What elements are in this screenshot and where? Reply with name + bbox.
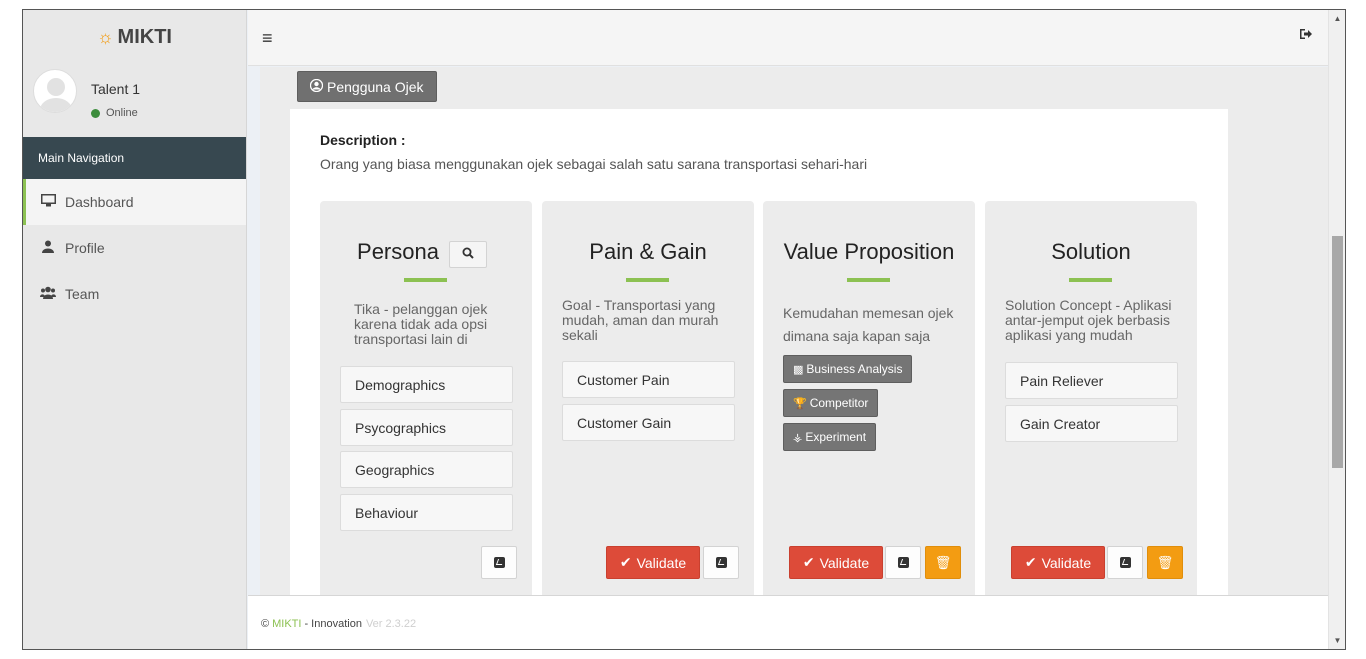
validate-button[interactable]: ✔ Validate <box>606 546 700 579</box>
sidebar-item-dashboard[interactable]: Dashboard <box>23 179 246 225</box>
customer-pain-button[interactable]: Customer Pain <box>562 361 735 398</box>
user-name: Talent 1 <box>91 81 141 97</box>
sidebar-item-label: Dashboard <box>65 194 134 210</box>
pain-gain-card: Pain & Gain Goal - Transportasi yang mud… <box>542 201 754 595</box>
value-prop-edit-button[interactable] <box>885 546 921 579</box>
pain-gain-edit-button[interactable] <box>703 546 739 579</box>
gain-creator-button[interactable]: Gain Creator <box>1005 405 1178 442</box>
top-bar: ≡ <box>248 10 1330 66</box>
demographics-button[interactable]: Demographics <box>340 366 513 403</box>
vertical-scrollbar[interactable]: ▲ ▼ <box>1328 10 1345 649</box>
main-content: Pengguna Ojek Description : Orang yang b… <box>260 67 1330 595</box>
card-title: Value Proposition <box>783 239 955 264</box>
logo[interactable]: ☼ MIKTI <box>23 10 246 65</box>
check-icon: ✔ <box>802 554 815 570</box>
nav-header: Main Navigation <box>23 137 246 179</box>
footer-version: Ver 2.3.22 <box>365 617 417 630</box>
value-prop-delete-button[interactable]: 🗑 <box>925 546 961 579</box>
flask-icon: ⚶ <box>793 431 803 444</box>
tag-label: Competitor <box>809 396 869 410</box>
sitemap-icon: ▩ <box>793 363 804 376</box>
user-icon <box>40 240 56 256</box>
sidebar-item-label: Team <box>65 286 100 302</box>
solution-card: Solution Solution Concept - Aplikasi ant… <box>985 201 1197 595</box>
check-icon: ✔ <box>1024 554 1037 570</box>
card-title-underline <box>1069 278 1112 282</box>
card-title: Persona <box>357 239 439 264</box>
sidebar-item-profile[interactable]: Profile <box>23 225 246 271</box>
card-text: Solution Concept - Aplikasi antar-jemput… <box>1005 297 1172 343</box>
edit-icon <box>1119 557 1131 568</box>
user-panel: Talent 1 Online <box>23 65 246 137</box>
solution-edit-button[interactable] <box>1107 546 1143 579</box>
psycographics-button[interactable]: Psycographics <box>340 409 513 446</box>
edit-icon <box>715 557 727 568</box>
scroll-up-arrow-icon[interactable]: ▲ <box>1329 10 1345 27</box>
validate-button[interactable]: ✔ Validate <box>1011 546 1105 579</box>
card-text: Kemudahan memesan ojek dimana saja kapan… <box>783 305 954 344</box>
search-icon <box>462 246 474 264</box>
pain-reliever-button[interactable]: Pain Reliever <box>1005 362 1178 399</box>
segment-header: Pengguna Ojek <box>290 67 1228 109</box>
card-title-underline <box>626 278 669 282</box>
footer-text: - Innovation <box>304 617 362 630</box>
segment-box: Pengguna Ojek Description : Orang yang b… <box>290 67 1228 595</box>
card-title-underline <box>404 278 447 282</box>
segment-button[interactable]: Pengguna Ojek <box>297 71 437 102</box>
edit-icon <box>493 557 505 568</box>
desktop-icon <box>40 194 56 210</box>
check-icon: ✔ <box>619 554 632 570</box>
tag-label: Business Analysis <box>806 362 903 376</box>
geographics-button[interactable]: Geographics <box>340 451 513 488</box>
logo-text: MIKTI <box>117 26 172 48</box>
competitor-button[interactable]: 🏆 Competitor <box>783 389 879 417</box>
user-status: Online <box>91 107 138 119</box>
description-text: Orang yang biasa menggunakan ojek sebaga… <box>320 156 868 172</box>
sidebar: ☼ MIKTI Talent 1 Online Main Navigation … <box>23 10 247 649</box>
online-dot-icon <box>91 108 100 118</box>
solution-delete-button[interactable]: 🗑 <box>1147 546 1183 579</box>
validate-button[interactable]: ✔ Validate <box>789 546 883 579</box>
user-status-label: Online <box>106 107 138 119</box>
validate-label: Validate <box>636 554 687 571</box>
card-title: Pain & Gain <box>589 239 707 264</box>
card-text: Tika - pelanggan ojek karena tidak ada o… <box>354 301 488 347</box>
users-icon <box>40 286 56 302</box>
footer-brand-link[interactable]: MIKTI <box>272 618 301 630</box>
validate-label: Validate <box>1041 554 1092 571</box>
lightbulb-icon: ☼ <box>97 27 114 47</box>
persona-search-button[interactable] <box>449 241 487 268</box>
persona-card: Persona Tika - pelanggan ojek karena tid… <box>320 201 532 595</box>
sidebar-item-label: Profile <box>65 240 105 256</box>
avatar <box>33 69 77 113</box>
behaviour-button[interactable]: Behaviour <box>340 494 513 531</box>
card-text: Goal - Transportasi yang mudah, aman dan… <box>562 297 719 343</box>
validate-label: Validate <box>819 554 870 571</box>
hamburger-icon[interactable]: ≡ <box>262 28 273 49</box>
trophy-icon: 🏆 <box>793 397 807 410</box>
business-analysis-button[interactable]: ▩ Business Analysis <box>783 355 913 383</box>
user-circle-icon <box>309 78 324 95</box>
description-label: Description : <box>320 132 406 148</box>
sidebar-item-team[interactable]: Team <box>23 271 246 317</box>
card-title-underline <box>847 278 890 282</box>
scroll-down-arrow-icon[interactable]: ▼ <box>1329 632 1345 649</box>
sign-out-icon[interactable] <box>1299 28 1312 43</box>
edit-icon <box>897 557 909 568</box>
trash-icon: 🗑 <box>934 554 952 570</box>
segment-label: Pengguna Ojek <box>327 78 424 95</box>
scrollbar-thumb[interactable] <box>1332 236 1343 468</box>
app-window: ☼ MIKTI Talent 1 Online Main Navigation … <box>22 9 1346 650</box>
card-title: Solution <box>1051 239 1131 264</box>
value-proposition-card: Value Proposition Kemudahan memesan ojek… <box>763 201 975 595</box>
copyright-symbol: © <box>261 617 270 630</box>
customer-gain-button[interactable]: Customer Gain <box>562 404 735 441</box>
tag-label: Experiment <box>805 430 867 444</box>
trash-icon: 🗑 <box>1156 554 1174 570</box>
footer: © MIKTI - Innovation Ver 2.3.22 <box>248 595 1330 649</box>
persona-edit-button[interactable] <box>481 546 517 579</box>
experiment-button[interactable]: ⚶ Experiment <box>783 423 877 451</box>
